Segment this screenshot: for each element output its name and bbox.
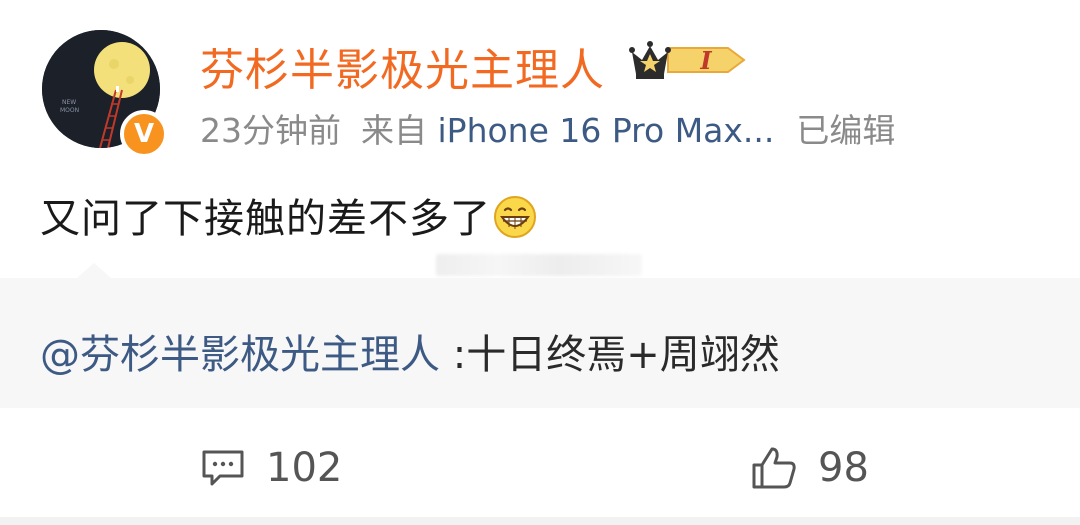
repost-mention[interactable]: @芬杉半影极光主理人	[40, 332, 440, 378]
repost-body: :十日终焉+周翊然	[440, 332, 780, 378]
comment-button[interactable]: 102	[200, 430, 342, 506]
svg-text:NEW: NEW	[62, 99, 76, 106]
thumbs-up-icon	[752, 447, 796, 489]
repost-pointer	[76, 263, 112, 279]
post-time: 23分钟前	[200, 111, 341, 150]
repost-text[interactable]: @芬杉半影极光主理人 :十日终焉+周翊然	[40, 322, 780, 380]
post-content: 又问了下接触的差不多了	[40, 186, 537, 244]
action-bar: 102 98	[0, 430, 1080, 506]
svg-text:MOON: MOON	[60, 107, 79, 114]
bottom-divider	[0, 517, 1080, 525]
post-text: 又问了下接触的差不多了	[40, 196, 491, 242]
fan-level-badge-icon[interactable]: I	[628, 38, 748, 82]
verified-badge-icon: V	[120, 110, 168, 158]
source-prefix: 来自	[361, 111, 427, 150]
blurred-text-strip	[436, 254, 642, 276]
device-link[interactable]: iPhone 16 Pro Max...	[438, 111, 775, 150]
post-meta: 23分钟前 来自 iPhone 16 Pro Max... 已编辑	[200, 104, 895, 152]
edited-label[interactable]: 已编辑	[796, 111, 895, 150]
comment-icon	[202, 450, 244, 486]
like-count: 98	[818, 445, 869, 491]
grin-emoji-icon	[494, 196, 536, 238]
author-name[interactable]: 芬杉半影极光主理人	[200, 34, 605, 98]
fan-level-text: I	[699, 46, 712, 75]
comment-count: 102	[266, 445, 343, 491]
like-button[interactable]: 98	[750, 430, 869, 506]
